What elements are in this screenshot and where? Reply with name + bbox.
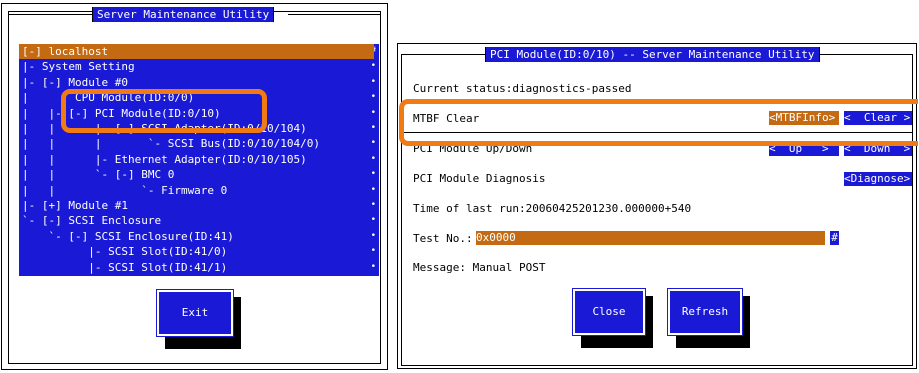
tree-node[interactable]: | | | `- SCSI Bus(ID:0/10/104/0): [19, 136, 320, 151]
scroll-dot: •: [370, 138, 376, 149]
tree-node[interactable]: |- SCSI Slot(ID:41/1): [19, 260, 227, 275]
tree-node[interactable]: |- System Setting: [19, 59, 135, 74]
scroll-dot: •: [370, 169, 376, 180]
device-tree[interactable]: # [-] localhost|- System Setting•|- [-] …: [19, 44, 379, 276]
scroll-dot: •: [370, 200, 376, 210]
right-window: PCI Module(ID:0/10) -- Server Maintenanc…: [397, 43, 918, 369]
tree-node[interactable]: [-] localhost: [19, 44, 374, 59]
left-title-bar: Server Maintenance Utility: [8, 6, 381, 22]
scroll-dot: •: [370, 153, 376, 164]
left-window: Server Maintenance Utility # [-] localho…: [1, 3, 388, 370]
test-no-field[interactable]: 0x0000: [476, 231, 825, 245]
exit-button[interactable]: Exit: [156, 289, 234, 337]
close-button[interactable]: Close: [572, 288, 646, 336]
scroll-dot: •: [370, 92, 376, 103]
tree-node[interactable]: |- [-] Module #0: [19, 75, 128, 90]
pci-diagnosis-label: PCI Module Diagnosis: [413, 172, 546, 185]
tree-node[interactable]: |- [+] Module #1: [19, 198, 128, 213]
scroll-dot: •: [370, 215, 376, 226]
scroll-dot: •: [370, 123, 376, 133]
scroll-dot: •: [370, 76, 376, 87]
right-window-title: PCI Module(ID:0/10) -- Server Maintenanc…: [485, 46, 820, 62]
test-no-label: Test No.:: [413, 232, 473, 245]
left-window-title: Server Maintenance Utility: [92, 6, 275, 22]
refresh-button[interactable]: Refresh: [667, 288, 743, 336]
tree-node[interactable]: | | |- Ethernet Adapter(ID:0/10/105): [19, 152, 307, 167]
right-title-bar: PCI Module(ID:0/10) -- Server Maintenanc…: [401, 46, 913, 62]
mtbf-clear-highlight: [399, 99, 918, 146]
tree-node[interactable]: |- SCSI Slot(ID:41/0): [19, 244, 227, 259]
scroll-dot: •: [370, 107, 376, 118]
scroll-dot: •: [370, 230, 376, 241]
tree-node[interactable]: `- [-] SCSI Enclosure: [19, 213, 161, 228]
scroll-dot: •: [370, 61, 376, 72]
pci-module-highlight: [61, 89, 267, 133]
test-no-end-marker: #: [830, 231, 839, 245]
tree-node[interactable]: `- [-] SCSI Enclosure(ID:41): [19, 229, 233, 244]
tree-node[interactable]: | | `- Firmware 0: [19, 183, 227, 198]
close-button-label: Close: [592, 305, 626, 318]
scroll-dot: •: [370, 184, 376, 195]
message-text: Message: Manual POST: [413, 261, 546, 274]
time-of-last-run: Time of last run:20060425201230.000000+5…: [413, 202, 692, 215]
refresh-button-label: Refresh: [681, 305, 729, 318]
diagnose-button[interactable]: <Diagnose>: [844, 172, 912, 186]
scroll-dot: •: [370, 246, 376, 257]
tree-node[interactable]: | | `- [-] BMC 0: [19, 167, 174, 182]
exit-button-label: Exit: [181, 306, 209, 319]
current-status: Current status:diagnostics-passed: [413, 82, 632, 95]
scroll-dot: •: [370, 261, 376, 272]
